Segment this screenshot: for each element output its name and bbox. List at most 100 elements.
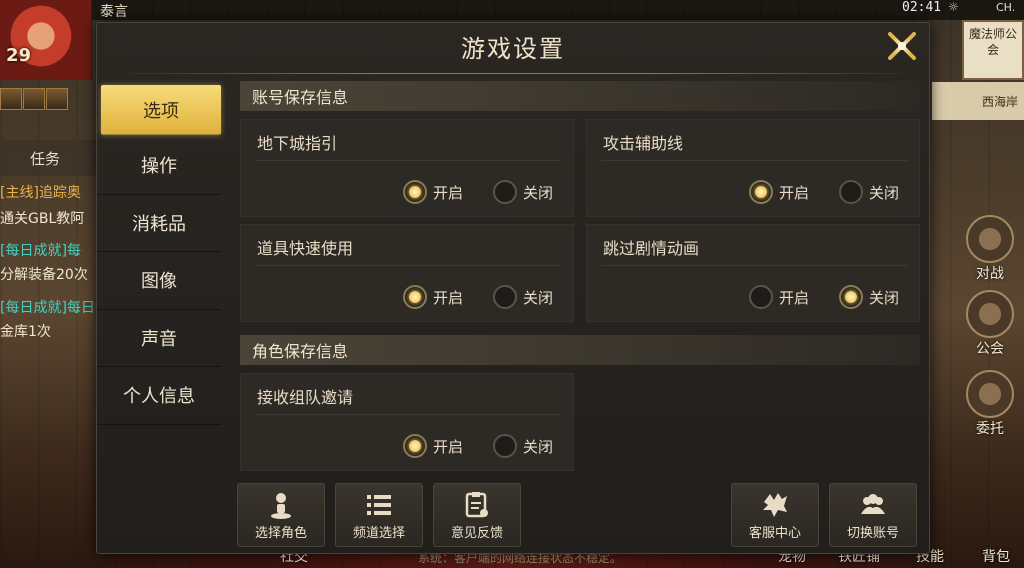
radio-empty-icon xyxy=(839,180,863,204)
tab-controls[interactable]: 操作 xyxy=(97,137,221,195)
commission-icon xyxy=(966,370,1014,418)
radio-on[interactable]: 开启 xyxy=(749,285,809,309)
divider xyxy=(255,160,561,161)
radio-label: 关闭 xyxy=(523,288,554,307)
right-side-panel: 魔法师公会 西海岸 对战 公会 委托 xyxy=(932,20,1024,568)
switch-account-icon xyxy=(861,494,885,514)
buff-icon[interactable] xyxy=(0,88,22,110)
quest-desc: 通关GBL教阿 xyxy=(0,211,85,227)
radio-off[interactable]: 关闭 xyxy=(493,180,553,204)
tab-graphics[interactable]: 图像 xyxy=(97,252,221,310)
customer-service-icon xyxy=(763,493,787,517)
brightness-icon: ☼ xyxy=(948,0,959,14)
battle-label: 对战 xyxy=(976,266,1004,282)
battle-button[interactable]: 对战 xyxy=(962,215,1018,283)
commission-button[interactable]: 委托 xyxy=(962,370,1018,438)
divider xyxy=(255,414,561,415)
radio-label: 开启 xyxy=(433,288,464,307)
setting-dungeon-guide: 地下城指引 开启 关闭 xyxy=(240,119,574,217)
setting-label: 攻击辅助线 xyxy=(603,134,684,153)
radio-on[interactable]: 开启 xyxy=(403,434,463,458)
radio-label: 开启 xyxy=(779,183,810,202)
close-button[interactable] xyxy=(881,25,923,67)
character-select-icon xyxy=(271,493,291,519)
buff-icons[interactable] xyxy=(0,88,68,110)
radio-off[interactable]: 关闭 xyxy=(493,285,553,309)
guild-icon xyxy=(966,290,1014,338)
setting-attack-assist-line: 攻击辅助线 开启 关闭 xyxy=(586,119,920,217)
setting-label: 接收组队邀请 xyxy=(257,388,354,407)
radio-off[interactable]: 关闭 xyxy=(839,180,899,204)
clock: 02:41 xyxy=(902,0,942,15)
radio-off[interactable]: 关闭 xyxy=(839,285,899,309)
setting-label: 地下城指引 xyxy=(257,134,338,153)
customer-service-button[interactable]: 客服中心 xyxy=(731,483,819,547)
battle-icon xyxy=(966,215,1014,263)
radio-selected-icon xyxy=(839,285,863,309)
radio-label: 关闭 xyxy=(523,437,554,456)
backpack-button[interactable]: 背包 xyxy=(982,546,1010,566)
account-section-header: 账号保存信息 xyxy=(240,81,920,111)
action-label: 客服中心 xyxy=(748,526,801,541)
tab-sound[interactable]: 声音 xyxy=(97,310,221,367)
radio-label: 关闭 xyxy=(869,288,900,307)
player-name: 泰言 xyxy=(100,4,128,20)
divider xyxy=(601,160,907,161)
action-label: 选择角色 xyxy=(254,526,307,541)
quest-item[interactable]: [每日成就]每日 xyxy=(0,297,96,317)
setting-label: 跳过剧情动画 xyxy=(603,239,700,258)
switch-account-button[interactable]: 切换账号 xyxy=(829,483,917,547)
settings-dialog: 游戏设置 选项 操作 消耗品 图像 声音 个人信息 账号保存信息 地下城指引 开… xyxy=(96,22,930,554)
tab-options[interactable]: 选项 xyxy=(101,85,221,135)
dialog-title: 游戏设置 xyxy=(461,35,565,63)
quest-item[interactable]: [主线]追踪奥 xyxy=(0,182,96,202)
radio-on[interactable]: 开启 xyxy=(749,180,809,204)
channel-select-button[interactable]: 频道选择 xyxy=(335,483,423,547)
radio-empty-icon xyxy=(493,180,517,204)
radio-label: 开启 xyxy=(779,288,810,307)
radio-empty-icon xyxy=(493,285,517,309)
radio-label: 开启 xyxy=(433,437,464,456)
radio-on[interactable]: 开启 xyxy=(403,180,463,204)
setting-label: 道具快速使用 xyxy=(257,239,354,258)
guild-button[interactable]: 公会 xyxy=(962,290,1018,358)
radio-label: 关闭 xyxy=(523,183,554,202)
buff-icon[interactable] xyxy=(23,88,45,110)
radio-selected-icon xyxy=(403,285,427,309)
radio-on[interactable]: 开启 xyxy=(403,285,463,309)
quest-desc: 金库1次 xyxy=(0,324,51,340)
guild-sign: 魔法师公会 xyxy=(962,20,1024,80)
action-label: 意见反馈 xyxy=(450,526,503,541)
feedback-button[interactable]: 意见反馈 xyxy=(433,483,521,547)
title-divider xyxy=(111,73,917,74)
quest-desc: 分解装备20次 xyxy=(0,267,88,283)
radio-empty-icon xyxy=(493,434,517,458)
settings-sidebar: 选项 操作 消耗品 图像 声音 个人信息 xyxy=(97,85,221,425)
carrier-label: CH. xyxy=(996,1,1016,14)
action-label: 频道选择 xyxy=(352,526,405,541)
feedback-icon xyxy=(465,492,488,518)
task-tab[interactable]: 任务 xyxy=(0,140,96,176)
setting-skip-cutscene: 跳过剧情动画 开启 关闭 xyxy=(586,224,920,322)
top-status-bar xyxy=(0,0,1024,20)
channel-list-icon xyxy=(367,495,391,515)
divider xyxy=(601,265,907,266)
guild-label: 公会 xyxy=(976,341,1004,357)
quest-panel: 任务 [主线]追踪奥 通关GBL教阿 [每日成就]每 分解装备20次 [每日成就… xyxy=(0,140,96,350)
setting-quick-item-use: 道具快速使用 开启 关闭 xyxy=(240,224,574,322)
radio-selected-icon xyxy=(403,180,427,204)
tab-consumables[interactable]: 消耗品 xyxy=(97,195,221,252)
select-character-button[interactable]: 选择角色 xyxy=(237,483,325,547)
setting-accept-party-invite: 接收组队邀请 开启 关闭 xyxy=(240,373,574,471)
player-level: 29 xyxy=(6,45,32,66)
action-label: 切换账号 xyxy=(846,526,899,541)
radio-off[interactable]: 关闭 xyxy=(493,434,553,458)
player-avatar[interactable] xyxy=(0,0,92,80)
divider xyxy=(255,265,561,266)
radio-empty-icon xyxy=(749,285,773,309)
tab-personal-info[interactable]: 个人信息 xyxy=(97,367,221,425)
buff-icon[interactable] xyxy=(46,88,68,110)
quest-item[interactable]: [每日成就]每 xyxy=(0,240,96,260)
character-section-header: 角色保存信息 xyxy=(240,335,920,365)
radio-selected-icon xyxy=(749,180,773,204)
